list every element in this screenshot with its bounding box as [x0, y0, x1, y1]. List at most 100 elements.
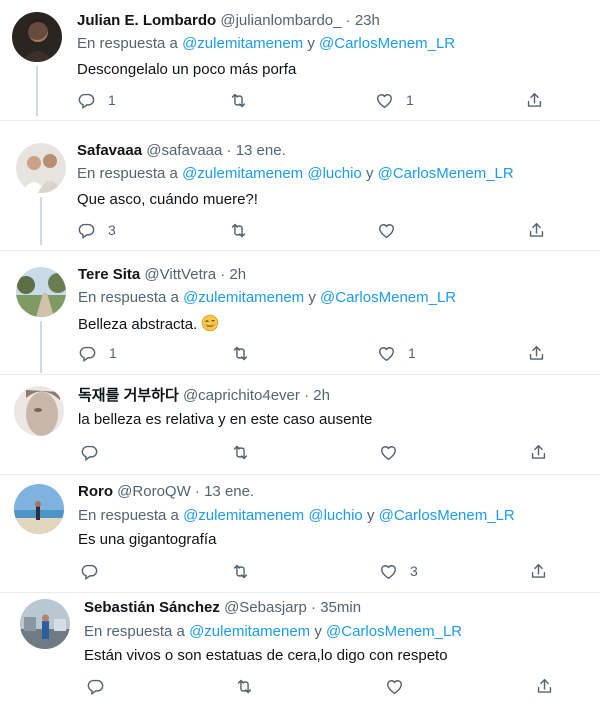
display-name[interactable]: Tere Sita — [78, 266, 140, 283]
mention-link[interactable]: @luchio — [307, 165, 361, 182]
retweet-button[interactable] — [229, 220, 260, 240]
woozy-face-emoji — [197, 314, 219, 333]
mention-link[interactable]: @zulemitamenem — [183, 507, 304, 524]
reply-icon — [80, 562, 99, 581]
like-button[interactable]: 3 — [379, 561, 418, 581]
separator-dot: · — [304, 387, 310, 404]
user-handle[interactable]: @VittVetra — [144, 266, 216, 283]
like-count: 1 — [408, 345, 416, 361]
avatar[interactable] — [14, 386, 64, 436]
share-button[interactable] — [529, 442, 548, 462]
divider — [0, 592, 600, 593]
like-button[interactable] — [385, 676, 416, 696]
user-handle[interactable]: @safavaaa — [146, 142, 222, 159]
mention-link[interactable]: @CarlosMenem_LR — [379, 507, 515, 524]
user-handle[interactable]: @julianlombardo_ — [220, 12, 341, 29]
mention-link[interactable]: @CarlosMenem_LR — [378, 165, 514, 182]
reply-button[interactable] — [80, 561, 111, 581]
retweet-icon — [229, 221, 248, 240]
mention-link[interactable]: @luchio — [308, 507, 362, 524]
timestamp[interactable]: 23h — [355, 12, 380, 29]
mention-link[interactable]: @zulemitamenem — [182, 165, 303, 182]
display-name[interactable]: Julian E. Lombardo — [77, 12, 216, 29]
tweet-header: 독재를 거부하다 @caprichito4ever · 2h — [78, 386, 330, 406]
reply-button[interactable]: 3 — [77, 220, 116, 240]
retweet-icon — [229, 91, 248, 110]
share-icon — [529, 562, 548, 581]
retweet-button[interactable] — [229, 90, 260, 110]
reply-icon — [77, 221, 96, 240]
reply-count: 1 — [109, 345, 117, 361]
separator-dot: · — [220, 266, 226, 283]
timestamp[interactable]: 2h — [313, 387, 330, 404]
timestamp[interactable]: 13 ene. — [204, 483, 254, 500]
share-button[interactable] — [525, 90, 544, 110]
mention-link[interactable]: @CarlosMenem_LR — [319, 35, 455, 52]
retweet-button[interactable] — [231, 561, 262, 581]
display-name[interactable]: Roro — [78, 483, 113, 500]
reply-button[interactable]: 1 — [77, 90, 116, 110]
reply-prefix: En respuesta a — [77, 165, 178, 182]
share-icon — [527, 221, 546, 240]
reply-button[interactable] — [80, 442, 111, 462]
retweet-icon — [231, 562, 250, 581]
mention-link[interactable]: @CarlosMenem_LR — [326, 623, 462, 640]
and-word: y — [366, 507, 375, 524]
like-count: 1 — [406, 92, 414, 108]
share-button[interactable] — [535, 676, 554, 696]
tweet-text-content: Que asco, cuándo muere?! — [77, 191, 258, 208]
like-button[interactable] — [377, 220, 408, 240]
and-word: y — [308, 289, 316, 306]
share-button[interactable] — [527, 343, 546, 363]
like-button[interactable]: 1 — [377, 343, 416, 363]
divider — [0, 374, 600, 375]
share-button[interactable] — [527, 220, 546, 240]
tweet-text-content: la belleza es relativa y en este caso au… — [78, 411, 373, 428]
share-icon — [535, 677, 554, 696]
reply-icon — [78, 344, 97, 363]
retweet-button[interactable] — [235, 676, 266, 696]
tweet-text: la belleza es relativa y en este caso au… — [78, 410, 372, 430]
display-name[interactable]: 독재를 거부하다 — [78, 387, 179, 404]
mention-link[interactable]: @zulemitamenem — [189, 623, 310, 640]
tweet-text: Es una gigantografía — [78, 530, 216, 550]
share-icon — [529, 443, 548, 462]
share-icon — [525, 91, 544, 110]
thread-line — [40, 197, 42, 245]
reply-icon — [80, 443, 99, 462]
avatar[interactable] — [12, 12, 62, 62]
user-handle[interactable]: @RoroQW — [117, 483, 191, 500]
mention-link[interactable]: @CarlosMenem_LR — [320, 289, 456, 306]
tweet-header: Tere Sita @VittVetra · 2h — [78, 265, 246, 285]
user-handle[interactable]: @Sebasjarp — [224, 599, 307, 616]
display-name[interactable]: Safavaaa — [77, 142, 142, 159]
tweet-text-content: Es una gigantografía — [78, 531, 217, 548]
timestamp[interactable]: 35min — [320, 599, 361, 616]
avatar[interactable] — [16, 267, 66, 317]
reply-button[interactable] — [86, 676, 117, 696]
avatar[interactable] — [20, 599, 70, 649]
avatar[interactable] — [14, 484, 64, 534]
mention-link[interactable]: @zulemitamenem — [182, 35, 303, 52]
user-handle[interactable]: @caprichito4ever — [183, 387, 300, 404]
reply-button[interactable]: 1 — [78, 343, 117, 363]
heart-icon — [377, 344, 396, 363]
heart-icon — [377, 221, 396, 240]
display-name[interactable]: Sebastián Sánchez — [84, 599, 220, 616]
tweet-text-content: Están vivos o son estatuas de cera,lo di… — [84, 647, 448, 664]
tweet-header: Roro @RoroQW · 13 ene. — [78, 482, 254, 502]
retweet-button[interactable] — [231, 442, 262, 462]
like-button[interactable]: 1 — [375, 90, 414, 110]
mention-link[interactable]: @zulemitamenem — [183, 289, 304, 306]
like-button[interactable] — [379, 442, 410, 462]
and-word: y — [365, 165, 374, 182]
heart-icon — [379, 562, 398, 581]
tweet-header: Sebastián Sánchez @Sebasjarp · 35min — [84, 598, 361, 618]
share-button[interactable] — [529, 561, 548, 581]
retweet-icon — [231, 344, 250, 363]
separator-dot: · — [345, 12, 351, 29]
retweet-button[interactable] — [231, 343, 262, 363]
timestamp[interactable]: 2h — [229, 266, 246, 283]
timestamp[interactable]: 13 ene. — [236, 142, 286, 159]
avatar[interactable] — [16, 143, 66, 193]
